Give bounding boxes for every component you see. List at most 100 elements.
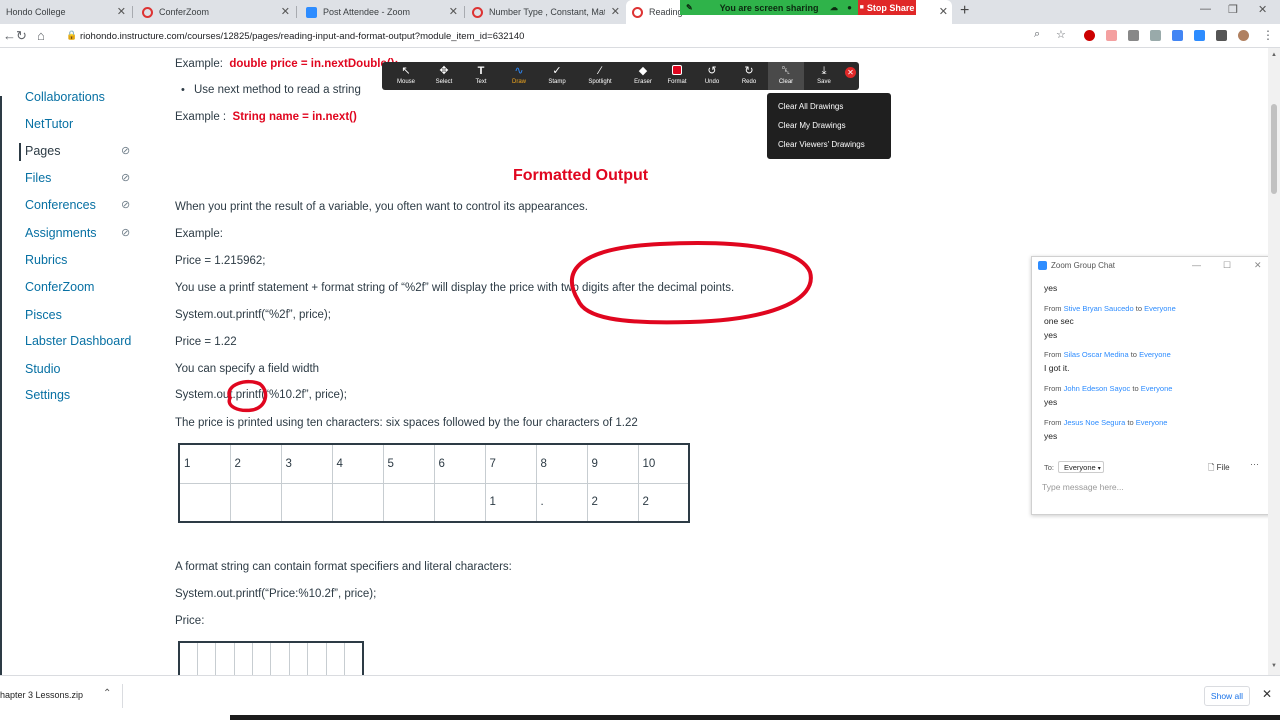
puzzle-extension-icon[interactable] (1216, 30, 1227, 41)
nav-item-nettutor[interactable]: NetTutor (25, 117, 73, 131)
close-window-icon[interactable]: ✕ (1258, 3, 1267, 16)
nav-item-assignments[interactable]: Assignments (25, 226, 97, 240)
extension-icon[interactable] (1106, 30, 1117, 41)
tool-save[interactable]: ⤓ Save (804, 62, 844, 90)
sender-name[interactable]: Silas Oscar Medina (1064, 350, 1129, 359)
tool-undo[interactable]: ↺ Undo (692, 62, 732, 90)
menu-item-clear-all[interactable]: Clear All Drawings (778, 102, 843, 111)
scroll-up-icon[interactable]: ▲ (1271, 52, 1277, 58)
nav-border (0, 96, 2, 675)
translate-extension-icon[interactable] (1172, 30, 1183, 41)
close-icon[interactable]: ✕ (1254, 260, 1262, 271)
tab-conferzoom[interactable]: ConferZoom ✕ (136, 0, 294, 24)
table-cell (331, 482, 384, 523)
menu-icon[interactable]: ⋮ (1262, 28, 1274, 42)
table-cell (288, 641, 309, 675)
chat-message-text: yes (1044, 397, 1058, 407)
tool-redo[interactable]: ↻ Redo (729, 62, 769, 90)
profile-avatar[interactable] (1238, 30, 1249, 41)
nav-item-studio[interactable]: Studio (25, 362, 60, 376)
tool-stamp[interactable]: ✓ Stamp (537, 62, 577, 90)
close-icon[interactable]: ✕ (611, 5, 620, 18)
tool-format[interactable]: Format (657, 62, 697, 90)
extension-icon[interactable] (1128, 30, 1139, 41)
recipient-name[interactable]: Everyone (1141, 384, 1173, 393)
table-cell (252, 641, 272, 675)
nav-item-conferzoom[interactable]: ConferZoom (25, 280, 94, 294)
sender-name[interactable]: Jesus Noe Segura (1064, 418, 1126, 427)
opera-extension-icon[interactable] (1084, 30, 1095, 41)
new-tab-button[interactable]: + (960, 2, 969, 20)
recipient-name[interactable]: Everyone (1144, 304, 1176, 313)
nav-item-conferences[interactable]: Conferences (25, 198, 96, 212)
sender-name[interactable]: Stive Bryan Saucedo (1064, 304, 1134, 313)
recipient-name[interactable]: Everyone (1139, 350, 1171, 359)
nav-item-pisces[interactable]: Pisces (25, 308, 62, 322)
zoom-extension-icon[interactable] (1194, 30, 1205, 41)
bookmark-star-icon[interactable]: ☆ (1056, 28, 1066, 41)
reload-icon[interactable]: ↻ (16, 28, 27, 44)
tool-label: Redo (741, 79, 757, 85)
tab-hondo-college[interactable]: Hondo College ✕ (0, 0, 130, 24)
scrollbar-thumb[interactable] (1271, 104, 1277, 194)
tool-spotlight[interactable]: ∕ Spotlight (580, 62, 620, 90)
tool-draw[interactable]: ∿ Draw (499, 62, 539, 90)
nav-item-pages[interactable]: Pages (18, 143, 60, 161)
tab-post-attendee-zoom[interactable]: Post Attendee - Zoom ✕ (300, 0, 462, 24)
back-icon[interactable]: ← (3, 28, 16, 43)
tool-select[interactable]: ✥ Select (424, 62, 464, 90)
tool-clear[interactable]: ␡ Clear (768, 62, 804, 90)
nav-item-files[interactable]: Files (25, 171, 51, 185)
example-code: String name = in.next() (232, 111, 357, 123)
to-word: to (1130, 350, 1137, 359)
code-line: System.out.printf(“Price:%10.2f”, price)… (175, 588, 377, 600)
eye-slash-icon: ⊘ (121, 227, 131, 239)
tool-mouse[interactable]: ↖ Mouse (386, 62, 426, 90)
color-swatch-icon (657, 65, 697, 77)
minimize-icon[interactable]: — (1192, 260, 1201, 270)
close-toolbar-icon[interactable]: ✕ (845, 67, 856, 78)
scroll-down-icon[interactable]: ▼ (1271, 663, 1277, 669)
recipient-name[interactable]: Everyone (1136, 418, 1168, 427)
table-cell: 6 (433, 443, 486, 484)
stop-share-label: Stop Share (866, 2, 915, 13)
menu-item-clear-viewers[interactable]: Clear Viewers' Drawings (778, 140, 865, 149)
chevron-up-icon[interactable]: ⌃ (103, 688, 111, 699)
to-word: to (1132, 384, 1139, 393)
table-row (178, 641, 364, 675)
table-cell (229, 482, 282, 523)
code-line: System.out.printf(“%2f”, price); (175, 309, 331, 321)
sender-name[interactable]: John Edeson Sayoc (1064, 384, 1131, 393)
font-extension-icon[interactable] (1150, 30, 1161, 41)
tool-text[interactable]: T Text (461, 62, 501, 90)
close-icon[interactable]: ✕ (1262, 687, 1272, 701)
table-cell: 9 (586, 443, 639, 484)
close-icon[interactable]: ✕ (939, 5, 948, 18)
close-icon[interactable]: ✕ (117, 5, 126, 18)
restore-icon[interactable]: ❐ (1228, 3, 1238, 16)
nav-item-rubrics[interactable]: Rubrics (25, 253, 67, 267)
chat-message-input[interactable]: Type message here... (1042, 482, 1124, 492)
url-field[interactable]: 🔒 riohondo.instructure.com/courses/12825… (62, 27, 1062, 45)
file-button[interactable]: 🗋 File (1208, 462, 1230, 476)
download-item[interactable]: hapter 3 Lessons.zip (0, 690, 83, 700)
nav-item-labster-dashboard[interactable]: Labster Dashboard (25, 334, 131, 348)
maximize-icon[interactable]: ☐ (1223, 260, 1231, 271)
minimize-icon[interactable]: — (1200, 3, 1211, 15)
page-scrollbar[interactable]: ▲ ▼ (1268, 48, 1280, 675)
table-cell: 1 (484, 482, 537, 523)
more-options-icon[interactable]: ··· (1250, 459, 1259, 469)
tool-label: Spotlight (588, 79, 612, 85)
canvas-favicon-icon (472, 6, 483, 18)
nav-item-settings[interactable]: Settings (25, 388, 70, 402)
recipient-select[interactable]: Everyone ▾ (1058, 461, 1104, 473)
home-icon[interactable]: ⌂ (37, 28, 45, 43)
nav-item-collaborations[interactable]: Collaborations (25, 90, 105, 104)
stop-share-button[interactable]: ■ Stop Share (858, 0, 916, 15)
show-all-button[interactable]: Show all (1204, 686, 1250, 706)
close-icon[interactable]: ✕ (449, 5, 458, 18)
zoom-magnifier-icon[interactable]: ⌕ (1034, 28, 1040, 41)
menu-item-clear-mine[interactable]: Clear My Drawings (778, 121, 846, 130)
close-icon[interactable]: ✕ (281, 5, 290, 18)
tab-number-type[interactable]: Number Type , Constant, Mathem ✕ (466, 0, 624, 24)
